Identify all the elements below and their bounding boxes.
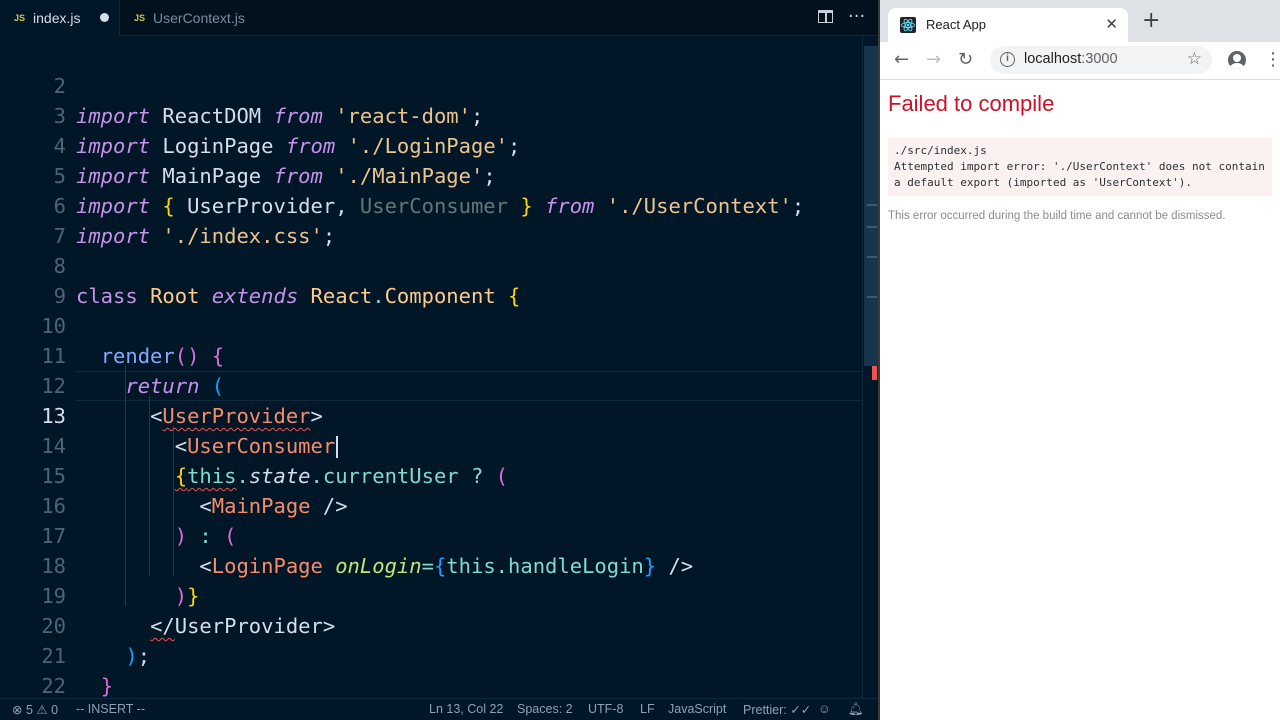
close-tab-icon[interactable]: ✕ xyxy=(1105,15,1118,33)
error-file: ./src/index.js xyxy=(894,144,987,157)
code-line: 14 {this.state.currentUser ? ( xyxy=(0,401,862,488)
scrollbar-thumb[interactable] xyxy=(864,46,878,366)
code-line: 10 render() { xyxy=(0,281,862,368)
back-icon[interactable]: ← xyxy=(894,50,909,70)
code-area[interactable]: 2 import ReactDOM from 'react-dom'; 3 im… xyxy=(0,36,862,698)
code-line: 22 } xyxy=(0,641,862,698)
error-icon: ⊗ xyxy=(12,703,23,717)
code-line: 4 import MainPage from './MainPage'; xyxy=(0,101,862,188)
editor-tab-bar: JS index.js JS UserContext.js ··· xyxy=(0,0,878,36)
language-mode[interactable]: JavaScript xyxy=(668,702,726,716)
code-line: 6 import './index.css'; xyxy=(0,161,862,248)
browser-tab[interactable]: React App ✕ xyxy=(888,8,1128,42)
new-tab-icon[interactable]: + xyxy=(1142,10,1160,32)
page-content: Failed to compile ./src/index.js Attempte… xyxy=(880,80,1280,720)
bell-icon[interactable]: 🔔︎ xyxy=(848,702,864,717)
overview-marker xyxy=(867,204,877,206)
code-line: 11 return ( xyxy=(0,311,862,398)
editor-scrollbar[interactable] xyxy=(862,36,878,698)
code-line: 2 import ReactDOM from 'react-dom'; xyxy=(0,41,862,128)
overview-marker xyxy=(867,256,877,258)
code-line: 23 xyxy=(0,671,862,698)
menu-icon[interactable]: ⋮ xyxy=(1264,50,1280,70)
error-message: Attempted import error: './UserContext' … xyxy=(894,160,1272,189)
code-line: 7 xyxy=(0,191,862,248)
indentation[interactable]: Spaces: 2 xyxy=(517,702,573,716)
address-bar[interactable]: i localhost:3000 ☆ xyxy=(990,46,1212,74)
more-actions-icon[interactable]: ··· xyxy=(848,6,865,27)
browser-tab-strip: React App ✕ + xyxy=(880,0,1280,42)
cursor-position[interactable]: Ln 13, Col 22 xyxy=(429,702,503,716)
js-file-icon: JS xyxy=(14,13,26,23)
code-line: 21 } xyxy=(0,611,862,698)
code-line: 12 <UserProvider> xyxy=(0,341,862,428)
code-line: 9 xyxy=(0,251,862,308)
code-line: 19 </UserProvider> xyxy=(0,551,862,638)
error-details: ./src/index.js Attempted import error: '.… xyxy=(888,138,1272,196)
js-file-icon: JS xyxy=(134,13,146,23)
info-icon[interactable]: i xyxy=(1000,52,1015,67)
line-ending[interactable]: LF xyxy=(640,702,655,716)
split-editor-icon[interactable] xyxy=(818,10,833,23)
status-bar: ⊗ 5 ⚠ 0 -- INSERT -- Ln 13, Col 22 Space… xyxy=(0,698,878,720)
react-favicon-icon xyxy=(900,17,916,33)
code-line: 16 ) : ( xyxy=(0,461,862,548)
forward-icon[interactable]: → xyxy=(926,50,941,70)
problems-indicator[interactable]: ⊗ 5 ⚠ 0 xyxy=(12,702,58,717)
prettier-status[interactable]: Prettier: ✓✓ xyxy=(743,702,811,717)
code-line: 3 import LoginPage from './LoginPage'; xyxy=(0,71,862,158)
url-text: localhost:3000 xyxy=(1024,51,1118,67)
warning-icon: ⚠ xyxy=(36,703,48,717)
tab-title: React App xyxy=(926,17,986,32)
code-editor[interactable]: JS index.js JS UserContext.js ··· 2 impo… xyxy=(0,0,878,720)
overview-error-marker xyxy=(872,366,877,380)
smiley-icon[interactable]: ☺ xyxy=(818,702,831,716)
code-line: 18 )} xyxy=(0,521,862,608)
code-line: 15 <MainPage /> xyxy=(0,431,862,518)
profile-icon[interactable] xyxy=(1228,51,1246,69)
tab-label: index.js xyxy=(33,10,81,26)
check-icon: ✓✓ xyxy=(790,703,812,717)
browser-toolbar: ← → ↻ i localhost:3000 ☆ ⋮ xyxy=(880,42,1280,80)
encoding[interactable]: UTF-8 xyxy=(588,702,623,716)
error-title: Failed to compile xyxy=(888,91,1055,116)
reload-icon[interactable]: ↻ xyxy=(958,50,973,70)
code-line: 20 ); xyxy=(0,581,862,668)
tab-label: UserContext.js xyxy=(153,10,245,26)
vim-mode: -- INSERT -- xyxy=(76,702,145,716)
star-icon[interactable]: ☆ xyxy=(1187,49,1202,69)
error-note: This error occurred during the build tim… xyxy=(888,210,1226,222)
tab-index-js[interactable]: JS index.js xyxy=(0,0,120,36)
overview-marker xyxy=(867,226,877,228)
code-line: 8 class Root extends React.Component { xyxy=(0,221,862,308)
code-line-current: 13 <UserConsumer xyxy=(0,371,862,458)
code-line: 17 <LoginPage onLogin={this.handleLogin}… xyxy=(0,491,862,578)
browser-window: React App ✕ + ← → ↻ i localhost:3000 ☆ ⋮… xyxy=(878,0,1280,720)
tab-usercontext-js[interactable]: JS UserContext.js xyxy=(120,0,270,36)
code-line: 5 import { UserProvider, UserConsumer } … xyxy=(0,131,862,218)
unsaved-dot-icon[interactable] xyxy=(100,13,109,22)
overview-marker xyxy=(867,296,877,298)
